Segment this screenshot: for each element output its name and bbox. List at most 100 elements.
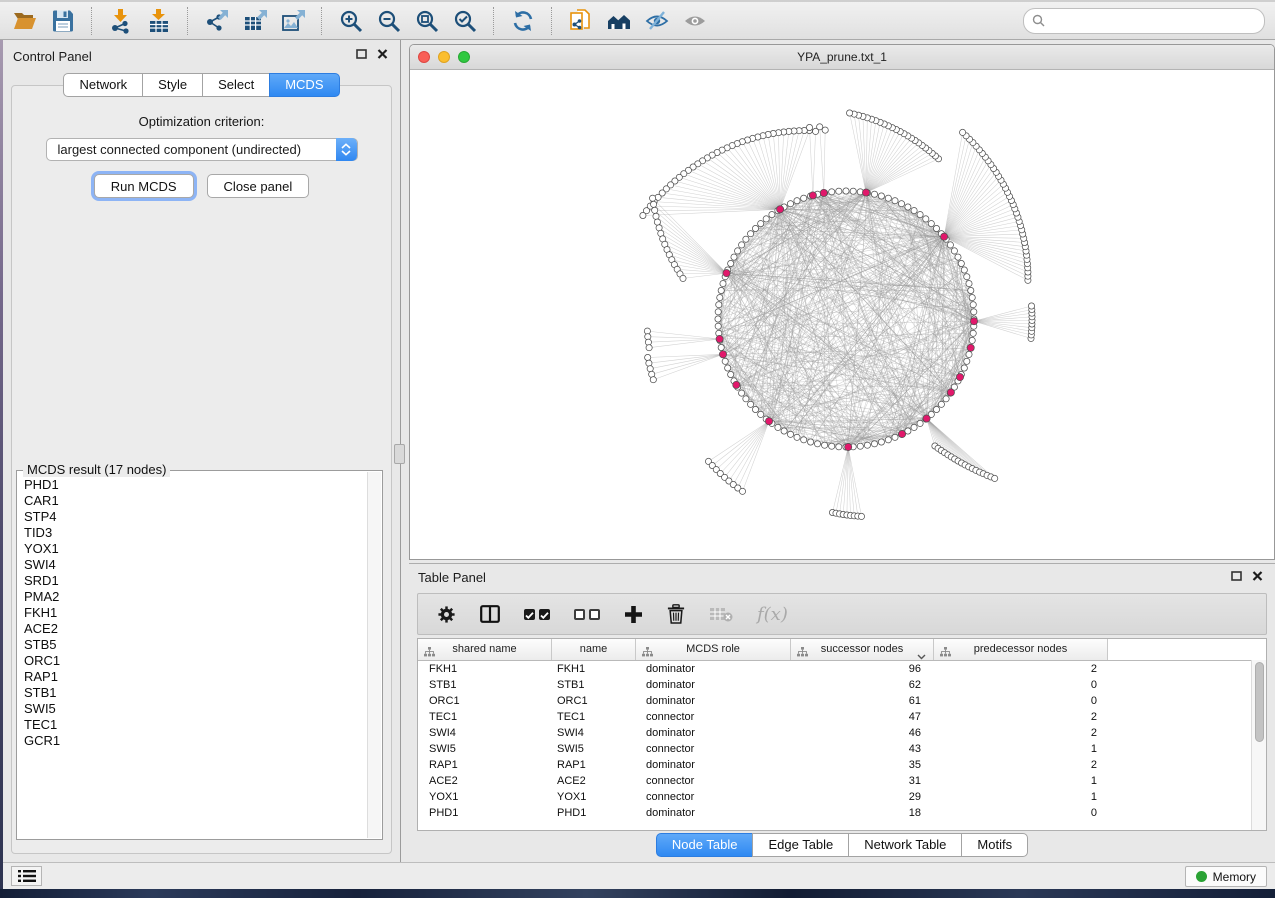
- mcds-result-item[interactable]: YOX1: [18, 541, 368, 557]
- table-cell[interactable]: dominator: [636, 725, 791, 741]
- table-cell[interactable]: connector: [636, 709, 791, 725]
- table-cell[interactable]: 2: [934, 661, 1108, 677]
- mcds-result-item[interactable]: TID3: [18, 525, 368, 541]
- float-table-panel-icon[interactable]: [1231, 571, 1242, 581]
- table-tab-motifs[interactable]: Motifs: [961, 833, 1028, 857]
- table-cell[interactable]: TEC1: [418, 709, 552, 725]
- table-row[interactable]: RAP1RAP1dominator352: [418, 757, 1266, 773]
- search-box[interactable]: [1023, 8, 1265, 34]
- mcds-result-item[interactable]: STB5: [18, 637, 368, 653]
- mcds-result-item[interactable]: PHD1: [18, 477, 368, 493]
- deselect-all-checkboxes-icon[interactable]: [574, 609, 600, 620]
- table-cell[interactable]: connector: [636, 741, 791, 757]
- table-cell[interactable]: STB1: [418, 677, 552, 693]
- table-cell[interactable]: 0: [934, 805, 1108, 821]
- table-row[interactable]: SWI5SWI5connector431: [418, 741, 1266, 757]
- network-canvas[interactable]: [410, 70, 1274, 560]
- mcds-result-item[interactable]: PMA2: [18, 589, 368, 605]
- table-cell[interactable]: 43: [791, 741, 934, 757]
- table-settings-gear-icon[interactable]: [437, 605, 456, 624]
- table-cell[interactable]: ACE2: [552, 773, 636, 789]
- table-cell[interactable]: 61: [791, 693, 934, 709]
- tab-mcds[interactable]: MCDS: [269, 73, 339, 97]
- table-cell[interactable]: ACE2: [418, 773, 552, 789]
- run-mcds-button[interactable]: Run MCDS: [94, 174, 194, 198]
- criterion-select[interactable]: largest connected component (undirected): [46, 138, 358, 161]
- table-cell[interactable]: 31: [791, 773, 934, 789]
- table-cell[interactable]: 35: [791, 757, 934, 773]
- eye-icon[interactable]: [676, 5, 714, 37]
- table-row[interactable]: TEC1TEC1connector472: [418, 709, 1266, 725]
- delete-table-icon[interactable]: [709, 606, 733, 622]
- tab-select[interactable]: Select: [202, 73, 270, 97]
- mcds-result-item[interactable]: SWI4: [18, 557, 368, 573]
- table-tab-edge-table[interactable]: Edge Table: [752, 833, 849, 857]
- task-history-button[interactable]: [11, 866, 42, 886]
- mcds-result-item[interactable]: SWI5: [18, 701, 368, 717]
- mcds-result-item[interactable]: CAR1: [18, 493, 368, 509]
- open-file-icon[interactable]: [6, 5, 44, 37]
- function-builder-icon[interactable]: f(x): [757, 604, 788, 625]
- table-tab-node-table[interactable]: Node Table: [656, 833, 754, 857]
- table-cell[interactable]: YOX1: [552, 789, 636, 805]
- table-cell[interactable]: 18: [791, 805, 934, 821]
- zoom-in-icon[interactable]: [332, 5, 370, 37]
- table-row[interactable]: SWI4SWI4dominator462: [418, 725, 1266, 741]
- table-cell[interactable]: 29: [791, 789, 934, 805]
- table-cell[interactable]: YOX1: [418, 789, 552, 805]
- delete-column-trash-icon[interactable]: [667, 604, 685, 624]
- table-row[interactable]: PHD1PHD1dominator180: [418, 805, 1266, 821]
- mcds-result-item[interactable]: GCR1: [18, 733, 368, 749]
- table-cell[interactable]: PHD1: [418, 805, 552, 821]
- table-cell[interactable]: ORC1: [552, 693, 636, 709]
- table-cell[interactable]: 96: [791, 661, 934, 677]
- mcds-result-item[interactable]: STP4: [18, 509, 368, 525]
- table-cell[interactable]: RAP1: [418, 757, 552, 773]
- table-cell[interactable]: SWI4: [418, 725, 552, 741]
- tab-style[interactable]: Style: [142, 73, 203, 97]
- table-cell[interactable]: FKH1: [552, 661, 636, 677]
- select-all-checkboxes-icon[interactable]: [524, 609, 550, 620]
- show-columns-icon[interactable]: [480, 605, 500, 623]
- table-cell[interactable]: 0: [934, 693, 1108, 709]
- table-cell[interactable]: STB1: [552, 677, 636, 693]
- tab-network[interactable]: Network: [63, 73, 143, 97]
- mcds-result-scrollbar[interactable]: [367, 472, 381, 838]
- table-cell[interactable]: TEC1: [552, 709, 636, 725]
- save-icon[interactable]: [44, 5, 82, 37]
- zoom-selected-icon[interactable]: [446, 5, 484, 37]
- table-row[interactable]: YOX1YOX1connector291: [418, 789, 1266, 805]
- column-header-predecessor-nodes[interactable]: predecessor nodes: [934, 639, 1108, 660]
- copy-network-icon[interactable]: [562, 5, 600, 37]
- table-cell[interactable]: ORC1: [418, 693, 552, 709]
- zoom-out-icon[interactable]: [370, 5, 408, 37]
- mcds-result-item[interactable]: FKH1: [18, 605, 368, 621]
- table-row[interactable]: FKH1FKH1dominator962: [418, 661, 1266, 677]
- table-cell[interactable]: SWI5: [552, 741, 636, 757]
- table-cell[interactable]: dominator: [636, 661, 791, 677]
- splitter-handle[interactable]: [394, 444, 405, 464]
- export-table-icon[interactable]: [236, 5, 274, 37]
- hide-panels-eye-slash-icon[interactable]: [638, 5, 676, 37]
- table-cell[interactable]: connector: [636, 789, 791, 805]
- close-panel-icon[interactable]: [377, 49, 388, 59]
- close-table-panel-icon[interactable]: [1252, 571, 1263, 581]
- refresh-icon[interactable]: [504, 5, 542, 37]
- table-cell[interactable]: dominator: [636, 757, 791, 773]
- column-header-MCDS-role[interactable]: MCDS role: [636, 639, 791, 660]
- column-header-name[interactable]: name: [552, 639, 636, 660]
- table-row[interactable]: STB1STB1dominator620: [418, 677, 1266, 693]
- column-header-shared-name[interactable]: shared name: [418, 639, 552, 660]
- table-cell[interactable]: 46: [791, 725, 934, 741]
- table-cell[interactable]: dominator: [636, 693, 791, 709]
- table-cell[interactable]: SWI4: [552, 725, 636, 741]
- table-cell[interactable]: PHD1: [552, 805, 636, 821]
- zoom-fit-icon[interactable]: [408, 5, 446, 37]
- table-cell[interactable]: 2: [934, 725, 1108, 741]
- table-cell[interactable]: SWI5: [418, 741, 552, 757]
- float-panel-icon[interactable]: [356, 49, 367, 59]
- mcds-result-item[interactable]: SRD1: [18, 573, 368, 589]
- export-image-icon[interactable]: [274, 5, 312, 37]
- column-header-successor-nodes[interactable]: successor nodes: [791, 639, 934, 660]
- table-cell[interactable]: 1: [934, 773, 1108, 789]
